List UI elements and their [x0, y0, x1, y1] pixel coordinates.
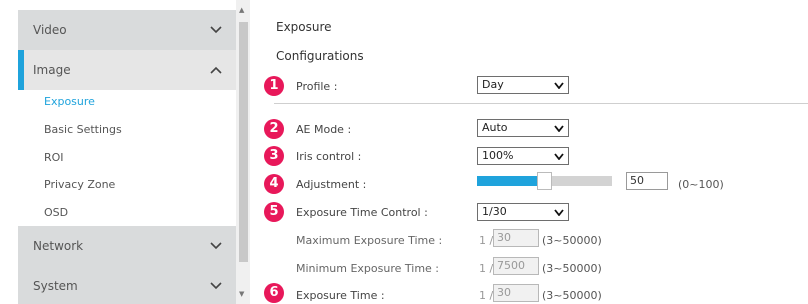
sidebar-group-label: Video	[33, 23, 67, 37]
adjustment-range: (0~100)	[678, 178, 724, 191]
sidebar-group-label: Network	[33, 239, 84, 253]
min-exposure-input[interactable]: 7500	[493, 257, 539, 275]
exposure-time-prefix: 1 /	[479, 289, 494, 302]
profile-value: Day	[482, 78, 504, 91]
exposure-time-label: Exposure Time :	[296, 289, 385, 302]
min-exposure-label: Minimum Exposure Time :	[296, 262, 440, 275]
chevron-down-icon	[210, 282, 222, 290]
chevron-down-icon	[210, 242, 222, 250]
dropdown-caret-icon	[554, 209, 564, 216]
step-badge-3: 3	[264, 146, 284, 166]
adjustment-input[interactable]: 50	[626, 172, 668, 190]
section-title: Configurations	[276, 49, 364, 63]
slider-fill	[477, 176, 539, 186]
dropdown-caret-icon	[554, 125, 564, 132]
sidebar-group-label: System	[33, 279, 78, 293]
max-exposure-prefix: 1 /	[479, 234, 494, 247]
scroll-up-arrow-icon[interactable]: ▲	[239, 6, 244, 14]
step-badge-1: 1	[264, 76, 284, 96]
adjustment-slider[interactable]	[477, 172, 612, 190]
sidebar-scrollbar[interactable]: ▲ ▼	[236, 0, 250, 304]
max-exposure-range: (3~50000)	[542, 234, 602, 247]
sidebar-item-exposure[interactable]: Exposure	[44, 95, 95, 108]
ae-mode-label: AE Mode :	[296, 123, 352, 136]
slider-handle[interactable]	[537, 172, 552, 190]
exposure-time-input[interactable]: 30	[493, 284, 539, 302]
sidebar-item-privacy-zone[interactable]: Privacy Zone	[44, 178, 115, 191]
page-title: Exposure	[276, 20, 332, 34]
ae-mode-select[interactable]: Auto	[477, 119, 569, 137]
exposure-time-control-value: 1/30	[482, 205, 507, 218]
step-badge-5: 5	[264, 202, 284, 222]
dropdown-caret-icon	[554, 153, 564, 160]
iris-control-label: Iris control :	[296, 150, 362, 163]
chevron-up-icon	[210, 66, 222, 74]
min-exposure-range: (3~50000)	[542, 262, 602, 275]
exposure-time-control-select[interactable]: 1/30	[477, 203, 569, 221]
active-accent	[18, 50, 24, 90]
sidebar-item-osd[interactable]: OSD	[44, 206, 68, 219]
main-panel: Exposure Configurations 1 Profile : Day …	[250, 0, 808, 304]
step-badge-4: 4	[264, 174, 284, 194]
sidebar: Video Image Exposure Basic Settings ROI …	[0, 0, 236, 304]
sidebar-group-video[interactable]: Video	[18, 10, 236, 50]
min-exposure-prefix: 1 /	[479, 262, 494, 275]
sidebar-group-label: Image	[33, 63, 71, 77]
max-exposure-input[interactable]: 30	[493, 229, 539, 247]
ae-mode-value: Auto	[482, 121, 508, 134]
sidebar-item-basic-settings[interactable]: Basic Settings	[44, 123, 122, 136]
sidebar-item-roi[interactable]: ROI	[44, 151, 64, 164]
scroll-down-arrow-icon[interactable]: ▼	[239, 290, 244, 298]
adjustment-label: Adjustment :	[296, 178, 367, 191]
sidebar-group-system[interactable]: System	[18, 266, 236, 304]
dropdown-caret-icon	[554, 82, 564, 89]
profile-label: Profile :	[296, 80, 338, 93]
divider	[274, 103, 808, 104]
step-badge-6: 6	[264, 283, 284, 303]
iris-control-value: 100%	[482, 149, 514, 162]
max-exposure-label: Maximum Exposure Time :	[296, 234, 443, 247]
profile-select[interactable]: Day	[477, 76, 569, 94]
exposure-time-control-label: Exposure Time Control :	[296, 206, 428, 219]
scrollbar-thumb[interactable]	[239, 22, 248, 262]
sidebar-group-network[interactable]: Network	[18, 226, 236, 266]
sidebar-group-image[interactable]: Image	[18, 50, 236, 90]
exposure-time-range: (3~50000)	[542, 289, 602, 302]
step-badge-2: 2	[264, 119, 284, 139]
chevron-down-icon	[210, 26, 222, 34]
iris-control-select[interactable]: 100%	[477, 147, 569, 165]
